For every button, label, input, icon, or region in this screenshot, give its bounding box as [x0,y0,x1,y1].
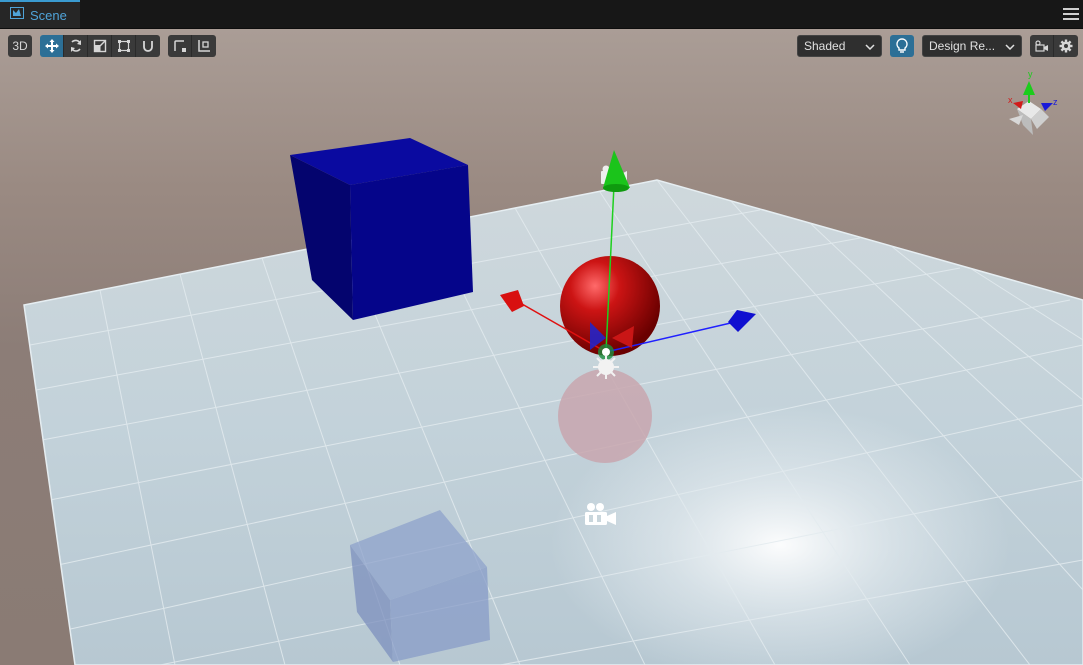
resolution-value: Design Re... [929,39,996,53]
shading-mode-value: Shaded [804,39,846,53]
gear-icon [1059,39,1073,53]
panel-tab-bar: Scene [0,0,1083,29]
scene-canvas[interactable] [0,29,1083,665]
resolution-select[interactable]: Design Re... [922,35,1022,57]
transform-tools-group [40,35,160,57]
light-bulb-icon [896,38,908,54]
resolution-group: Design Re... [922,35,1022,57]
view-mode-group: 3D [8,35,32,57]
move-icon [44,39,59,53]
view-options-group [1030,35,1078,57]
light-icon[interactable] [593,355,619,379]
view-mode-button[interactable]: 3D [8,35,32,57]
gizmo-y-label: y [1028,69,1033,79]
rect-icon [117,39,131,53]
chevron-down-icon [865,39,875,53]
scale-icon [93,39,107,53]
magnet-icon [141,39,155,53]
shading-mode-select[interactable]: Shaded [797,35,882,57]
rotate-tool[interactable] [64,35,88,57]
move-tool[interactable] [40,35,64,57]
scale-tool[interactable] [88,35,112,57]
scene-icon [10,6,24,24]
shading-group: Shaded [797,35,882,57]
scene-tab[interactable]: Scene [0,0,80,28]
pivot-tool[interactable] [168,35,192,57]
lighting-toggle[interactable] [890,35,914,57]
scene-tab-label: Scene [30,7,67,23]
gizmo-x-label: x [1008,95,1013,105]
rotate-icon [69,39,83,53]
camera-settings-button[interactable] [1030,35,1054,57]
pivot-icon [173,39,187,53]
camera-icon [1034,40,1049,52]
coordinate-tool[interactable] [192,35,216,57]
gizmo-z-cone[interactable] [1041,103,1053,111]
pivot-tools-group [168,35,216,57]
orientation-gizmo[interactable]: y x z [995,67,1065,143]
gizmo-y-cone[interactable] [1023,81,1035,95]
sphere-reflection [558,369,652,463]
snap-tool[interactable] [136,35,160,57]
scene-viewport[interactable]: 3D Shaded Design Re... y x z [0,29,1083,665]
lighting-group [890,35,914,57]
rect-tool[interactable] [112,35,136,57]
scene-settings-button[interactable] [1054,35,1078,57]
menu-icon[interactable] [1063,6,1079,22]
coordinate-icon [197,39,211,53]
gizmo-z-label: z [1053,97,1058,107]
chevron-down-icon [1005,39,1015,53]
